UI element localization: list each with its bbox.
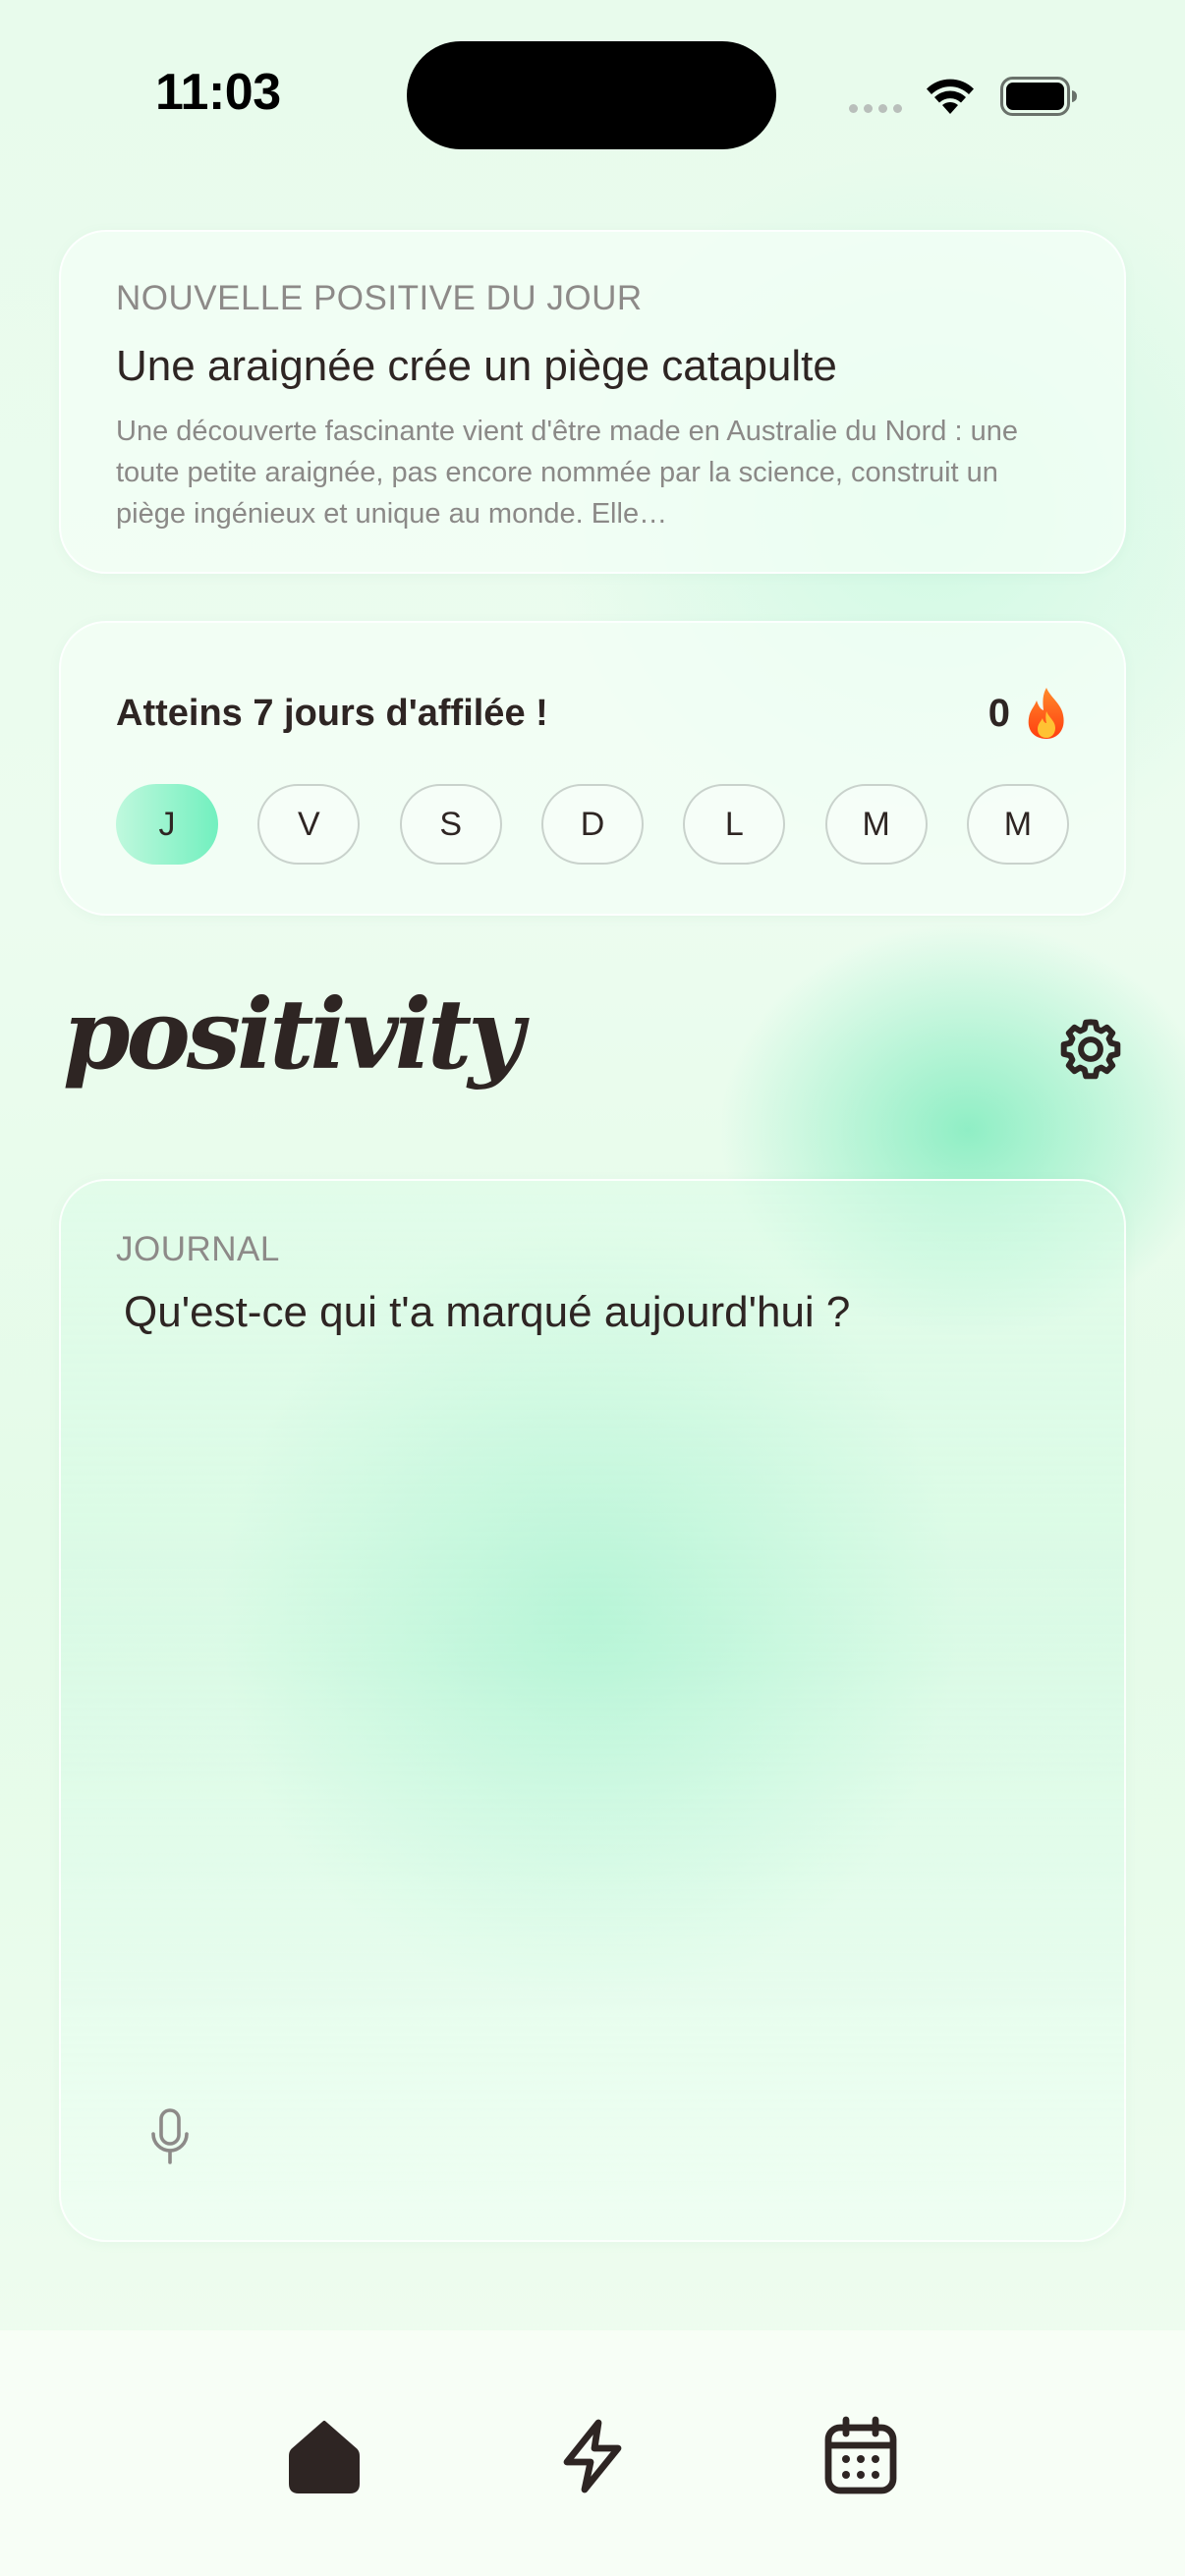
day-label: V	[297, 805, 320, 843]
streak-day: M	[824, 784, 928, 865]
daily-news-card[interactable]: NOUVELLE POSITIVE DU JOUR Une araignée c…	[59, 230, 1126, 574]
fire-icon	[1028, 688, 1064, 739]
status-time: 11:03	[155, 64, 281, 121]
battery-icon	[1000, 77, 1077, 116]
day-label: D	[580, 805, 605, 843]
streak-day: L	[683, 784, 786, 865]
tab-bar	[0, 2330, 1185, 2576]
streak-header: Atteins 7 jours d'affilée ! 0	[116, 686, 1069, 741]
streak-day: S	[399, 784, 502, 865]
microphone-icon	[151, 2108, 189, 2164]
tab-home[interactable]	[275, 2407, 373, 2505]
day-label: L	[724, 805, 744, 843]
streak-day: J	[116, 784, 218, 865]
gear-icon	[1060, 1019, 1121, 1080]
news-title: Une araignée crée un piège catapulte	[116, 342, 837, 390]
streak-day: V	[257, 784, 361, 865]
calendar-icon	[824, 2416, 897, 2494]
status-bar: 11:03	[0, 0, 1185, 187]
tab-calendar[interactable]	[812, 2407, 910, 2505]
streak-day: D	[540, 784, 644, 865]
news-eyebrow: NOUVELLE POSITIVE DU JOUR	[116, 279, 643, 317]
news-summary: Une découverte fascinante vient d'être m…	[116, 416, 1018, 530]
day-label: M	[1003, 805, 1033, 843]
streak-counter: 0	[988, 686, 1069, 741]
microphone-button[interactable]	[140, 2102, 200, 2171]
cellular-signal-icon	[849, 104, 902, 113]
streak-label: Atteins 7 jours d'affilée !	[116, 692, 548, 734]
day-label: M	[862, 805, 890, 843]
home-icon	[289, 2421, 360, 2493]
streak-days: J V S D L M M	[116, 784, 1069, 865]
settings-button[interactable]	[1053, 1012, 1128, 1087]
tab-boost[interactable]	[543, 2407, 642, 2505]
streak-day: M	[966, 784, 1069, 865]
day-label: J	[158, 805, 176, 843]
dynamic-island	[407, 41, 776, 149]
day-label: S	[439, 805, 462, 843]
journal-card: JOURNAL	[59, 1179, 1126, 2242]
journal-eyebrow: JOURNAL	[116, 1230, 280, 1268]
app-logo: positivity	[63, 979, 524, 1092]
streak-count: 0	[988, 691, 1010, 735]
streak-card: Atteins 7 jours d'affilée ! 0 J V S D L …	[59, 621, 1126, 916]
lightning-icon	[563, 2419, 622, 2493]
wifi-icon	[927, 79, 974, 114]
journal-input[interactable]	[116, 1283, 1077, 1342]
